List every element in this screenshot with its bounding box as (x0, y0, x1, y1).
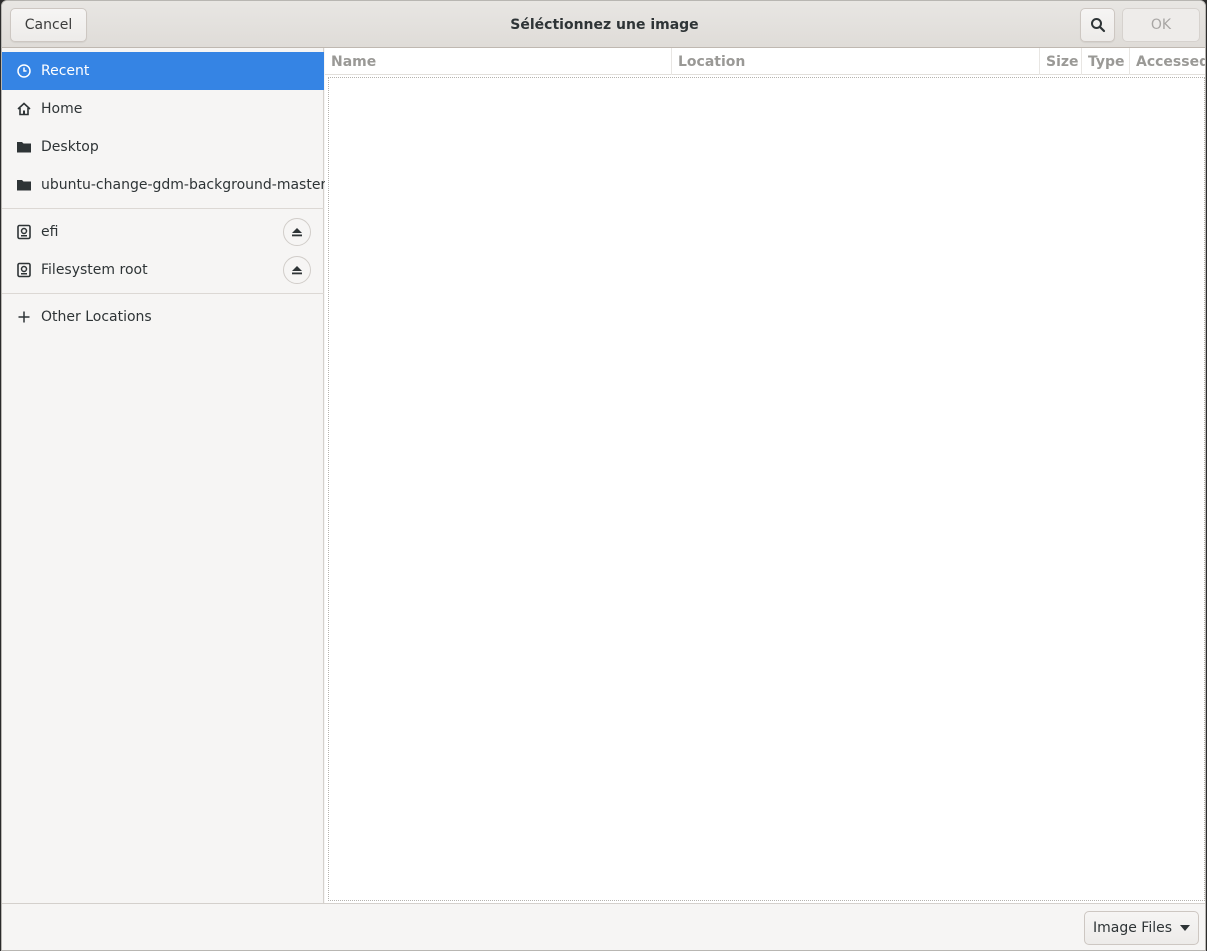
plus-icon (16, 309, 32, 325)
sidebar-item-other-locations[interactable]: Other Locations (2, 298, 324, 336)
home-icon (16, 101, 32, 117)
search-icon (1090, 18, 1105, 33)
sidebar-item-efi[interactable]: efi (2, 213, 324, 251)
sidebar-separator (2, 293, 324, 294)
folder-icon (16, 177, 32, 193)
sidebar-item-label: efi (41, 224, 59, 240)
sidebar-item-filesystem-root[interactable]: Filesystem root (2, 251, 324, 289)
column-header-name[interactable]: Name (325, 48, 672, 75)
sidebar-item-label: Other Locations (41, 309, 152, 325)
sidebar-item-label: Filesystem root (41, 262, 148, 278)
file-filter-dropdown[interactable]: Image Files (1084, 911, 1199, 945)
file-filter-label: Image Files (1092, 920, 1173, 936)
sidebar-separator (2, 208, 324, 209)
sidebar-item-label: ubuntu-change-gdm-background-master (41, 177, 327, 193)
eject-icon (292, 228, 302, 237)
search-button[interactable] (1080, 8, 1115, 42)
sidebar-item-label: Home (41, 101, 83, 117)
action-bar: Image Files (2, 903, 1205, 950)
sidebar-item-ubuntu-change-gdm-background-master[interactable]: ubuntu-change-gdm-background-master (2, 166, 327, 204)
drive-icon (16, 262, 32, 278)
dialog-title: Séléctionnez une image (510, 16, 699, 33)
sidebar-item-desktop[interactable]: Desktop (2, 128, 324, 166)
sidebar-item-home[interactable]: Home (2, 90, 324, 128)
ok-button[interactable]: OK (1122, 8, 1200, 42)
cancel-button[interactable]: Cancel (10, 8, 87, 42)
column-header-row: Name Location Size Type Accessed (325, 48, 1205, 75)
file-chooser-dialog: Cancel Séléctionnez une image OK Recent (1, 0, 1206, 951)
sidebar-item-label: Desktop (41, 139, 99, 155)
file-list-empty-area[interactable] (328, 77, 1205, 901)
eject-button[interactable] (283, 218, 311, 246)
column-header-type[interactable]: Type (1082, 48, 1130, 75)
clock-icon (16, 63, 32, 79)
caret-down-icon (1180, 925, 1191, 931)
column-header-size[interactable]: Size (1040, 48, 1082, 75)
places-sidebar: Recent Home Desktop ubuntu-change-gdm-ba… (2, 48, 327, 903)
column-header-accessed[interactable]: Accessed (1130, 48, 1205, 75)
file-list-view: Name Location Size Type Accessed (325, 48, 1205, 903)
sidebar-item-recent[interactable]: Recent (2, 52, 324, 90)
sidebar-item-label: Recent (41, 63, 90, 79)
folder-icon (16, 139, 32, 155)
column-header-location[interactable]: Location (672, 48, 1040, 75)
drive-icon (16, 224, 32, 240)
eject-icon (292, 266, 302, 275)
header-bar: Cancel Séléctionnez une image OK (2, 1, 1205, 48)
eject-button[interactable] (283, 256, 311, 284)
